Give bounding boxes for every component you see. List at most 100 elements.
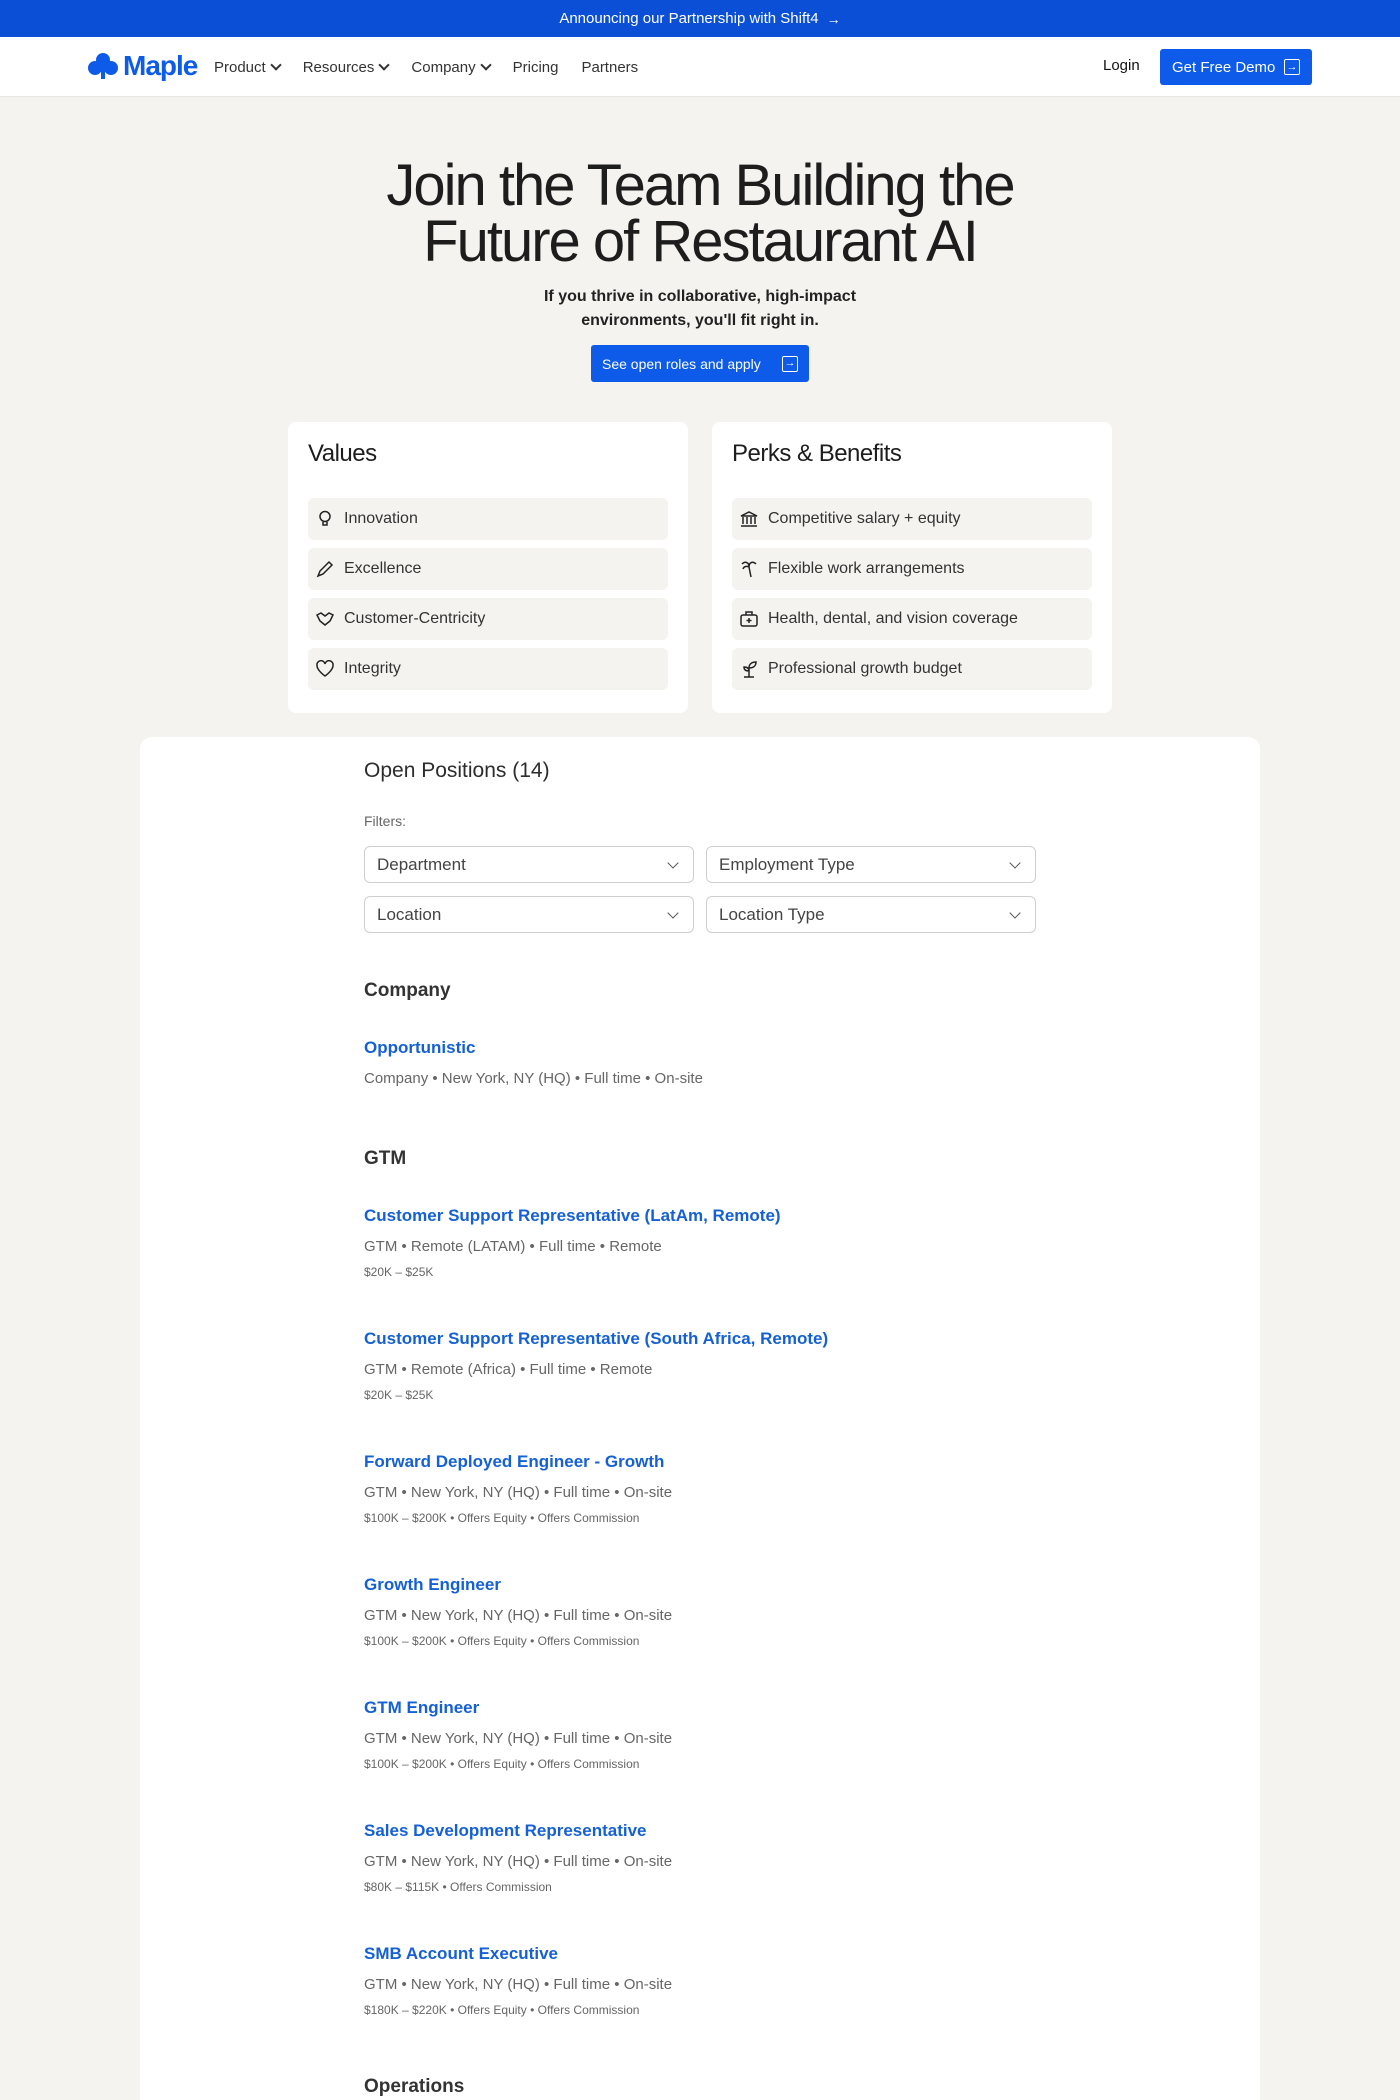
job-listing: Customer Support Representative (LatAm, … bbox=[364, 1206, 1044, 1279]
maple-logo[interactable]: Maple bbox=[87, 50, 198, 82]
nav-resources-label: Resources bbox=[302, 58, 375, 76]
job-title-link[interactable]: Customer Support Representative (South A… bbox=[364, 1329, 1044, 1349]
job-listing: GTM Engineer GTM • New York, NY (HQ) • F… bbox=[364, 1698, 1044, 1771]
chevron-down-icon bbox=[270, 59, 282, 71]
nav-pricing-label: Pricing bbox=[512, 58, 559, 76]
job-meta: GTM • Remote (LATAM) • Full time • Remot… bbox=[364, 1238, 662, 1255]
filter-employment-type[interactable]: Employment Type bbox=[706, 846, 1036, 883]
palm-tree-icon bbox=[741, 561, 757, 578]
nav-product-label: Product bbox=[214, 58, 266, 76]
job-listing: Forward Deployed Engineer - Growth GTM •… bbox=[364, 1452, 1044, 1525]
filter-location-type[interactable]: Location Type bbox=[706, 896, 1036, 933]
positions-title: Open Positions (14) bbox=[364, 759, 550, 782]
nav-product[interactable]: Product bbox=[214, 58, 282, 76]
sprout-icon bbox=[743, 661, 757, 678]
filters-label: Filters: bbox=[364, 813, 406, 829]
value-item: Customer-Centricity bbox=[308, 598, 668, 640]
perk-item: Health, dental, and vision coverage bbox=[732, 598, 1092, 640]
login-link[interactable]: Login bbox=[1103, 57, 1140, 74]
job-compensation: $20K – $25K bbox=[364, 1388, 434, 1402]
pen-icon bbox=[316, 560, 334, 578]
job-compensation: $100K – $200K • Offers Equity • Offers C… bbox=[364, 1511, 640, 1525]
nav-pricing[interactable]: Pricing bbox=[513, 59, 559, 76]
heart-icon bbox=[316, 660, 334, 677]
job-meta: GTM • New York, NY (HQ) • Full time • On… bbox=[364, 1976, 673, 1993]
perks-title: Perks & Benefits bbox=[732, 440, 902, 467]
lightbulb-icon bbox=[319, 510, 331, 526]
demo-button-label: Get Free Demo bbox=[1172, 58, 1276, 76]
perk-item: Professional growth budget bbox=[732, 648, 1092, 690]
value-label: Innovation bbox=[344, 510, 418, 527]
nav-links: Product Resources Company Pricing Partne… bbox=[214, 37, 638, 97]
values-title: Values bbox=[308, 440, 377, 467]
job-title-link[interactable]: Customer Support Representative (LatAm, … bbox=[364, 1206, 1044, 1226]
arrow-right-icon: → bbox=[826, 10, 841, 27]
filter-location-type-value: Location Type bbox=[719, 904, 825, 924]
nav-company-label: Company bbox=[411, 58, 476, 76]
chevron-down-icon bbox=[667, 856, 679, 869]
job-listing: Customer Support Representative (South A… bbox=[364, 1329, 1044, 1402]
filter-employment-type-value: Employment Type bbox=[719, 854, 855, 874]
bank-icon bbox=[740, 511, 758, 527]
arrow-right-icon: → bbox=[1284, 59, 1300, 75]
arrow-right-icon: → bbox=[782, 355, 798, 372]
page-title: Join the Team Building the Future of Res… bbox=[300, 157, 1100, 271]
job-compensation: $180K – $220K • Offers Equity • Offers C… bbox=[364, 2003, 640, 2017]
filter-department[interactable]: Department bbox=[364, 846, 694, 883]
values-card: Values Innovation Excellence Customer-Ce… bbox=[288, 422, 688, 713]
job-meta: GTM • New York, NY (HQ) • Full time • On… bbox=[364, 1607, 673, 1624]
page-title-line2: Future of Restaurant AI bbox=[423, 209, 979, 274]
nav-resources[interactable]: Resources bbox=[302, 58, 391, 76]
department-heading-gtm: GTM bbox=[364, 1148, 407, 1169]
job-title-link[interactable]: Opportunistic bbox=[364, 1038, 1044, 1058]
department-heading-operations: Operations bbox=[364, 2076, 465, 2097]
chevron-down-icon bbox=[1009, 906, 1021, 919]
job-title-link[interactable]: Sales Development Representative bbox=[364, 1821, 1044, 1841]
open-positions-section: Open Positions (14) Filters: Department … bbox=[140, 737, 1260, 2100]
maple-leaf-icon bbox=[88, 53, 118, 79]
chevron-down-icon bbox=[378, 59, 391, 71]
value-item: Integrity bbox=[308, 648, 668, 690]
value-item: Excellence bbox=[308, 548, 668, 590]
job-compensation: $80K – $115K • Offers Commission bbox=[364, 1880, 552, 1894]
hero-subtitle-line2: environments, you'll fit right in. bbox=[581, 312, 819, 329]
nav-partners[interactable]: Partners bbox=[581, 59, 638, 76]
job-title-link[interactable]: Forward Deployed Engineer - Growth bbox=[364, 1452, 1044, 1472]
see-open-roles-button[interactable]: See open roles and apply → bbox=[591, 345, 809, 382]
job-title-link[interactable]: GTM Engineer bbox=[364, 1698, 1044, 1718]
job-title-link[interactable]: Growth Engineer bbox=[364, 1575, 1044, 1595]
job-compensation: $100K – $200K • Offers Equity • Offers C… bbox=[364, 1757, 640, 1771]
job-meta: GTM • Remote (Africa) • Full time • Remo… bbox=[364, 1361, 653, 1378]
announcement-bar[interactable]: Announcing our Partnership with Shift4 → bbox=[0, 0, 1400, 37]
nav-company[interactable]: Company bbox=[411, 58, 492, 76]
filter-location[interactable]: Location bbox=[364, 896, 694, 933]
perk-label: Competitive salary + equity bbox=[768, 510, 961, 527]
job-listing: Growth Engineer GTM • New York, NY (HQ) … bbox=[364, 1575, 1044, 1648]
value-label: Customer-Centricity bbox=[344, 610, 486, 627]
filter-location-value: Location bbox=[377, 904, 442, 924]
hero-subtitle: If you thrive in collaborative, high-imp… bbox=[500, 285, 900, 333]
top-navigation: Maple Product Resources Company Pricing … bbox=[0, 37, 1400, 97]
perk-item: Flexible work arrangements bbox=[732, 548, 1092, 590]
job-listing: Opportunistic Company • New York, NY (HQ… bbox=[364, 1038, 1044, 1087]
job-meta: GTM • New York, NY (HQ) • Full time • On… bbox=[364, 1730, 673, 1747]
department-heading-company: Company bbox=[364, 980, 451, 1001]
perk-label: Health, dental, and vision coverage bbox=[768, 610, 1018, 627]
announcement-text[interactable]: Announcing our Partnership with Shift4 bbox=[559, 10, 818, 27]
job-meta: Company • New York, NY (HQ) • Full time … bbox=[364, 1070, 703, 1087]
cta-label: See open roles and apply bbox=[602, 355, 761, 372]
job-listing: SMB Account Executive GTM • New York, NY… bbox=[364, 1944, 1044, 2017]
chevron-down-icon bbox=[667, 906, 679, 919]
job-meta: GTM • New York, NY (HQ) • Full time • On… bbox=[364, 1484, 673, 1501]
filter-department-value: Department bbox=[377, 854, 466, 874]
perks-card: Perks & Benefits Competitive salary + eq… bbox=[712, 422, 1112, 713]
chevron-down-icon bbox=[479, 59, 492, 71]
value-label: Integrity bbox=[344, 660, 401, 677]
perk-label: Flexible work arrangements bbox=[768, 560, 965, 577]
job-title-link[interactable]: SMB Account Executive bbox=[364, 1944, 1044, 1964]
get-free-demo-button[interactable]: Get Free Demo → bbox=[1160, 49, 1312, 85]
medical-kit-icon bbox=[740, 611, 758, 627]
perk-item: Competitive salary + equity bbox=[732, 498, 1092, 540]
hero-subtitle-line1: If you thrive in collaborative, high-imp… bbox=[543, 288, 857, 305]
value-label: Excellence bbox=[344, 560, 422, 577]
